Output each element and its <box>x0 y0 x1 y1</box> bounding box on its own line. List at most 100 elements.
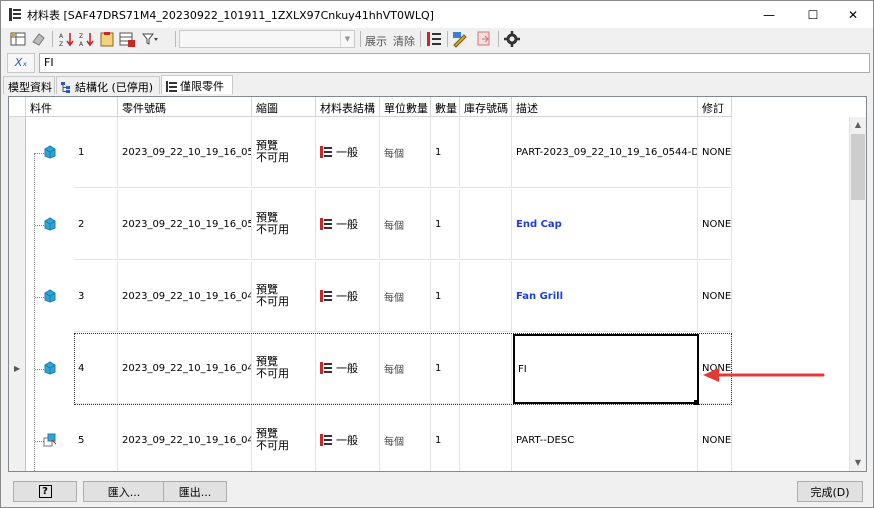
close-button[interactable]: ✕ <box>831 1 874 28</box>
toolbar-separator <box>175 31 176 47</box>
description-edit-field[interactable]: FI <box>513 334 699 404</box>
column-header[interactable]: 單位數量 <box>380 97 431 117</box>
grid-cell[interactable]: PART-2023_09_22_10_19_16_0544-DESC <box>512 117 698 188</box>
grid-cell[interactable]: 每個 <box>380 189 431 260</box>
grid-cell[interactable]: 預覽 不可用 <box>252 333 316 404</box>
grid-cell[interactable]: 一般 <box>316 405 380 471</box>
grid-cell[interactable]: 預覽 不可用 <box>252 117 316 188</box>
grid-cell[interactable]: NONE <box>698 261 732 332</box>
thumbnail-unavailable-label: 不可用 <box>256 223 289 236</box>
grid-cell[interactable]: 一般 <box>316 333 380 404</box>
grid-cell[interactable]: NONE <box>698 189 732 260</box>
eraser-icon[interactable] <box>29 30 47 48</box>
bom-grid: 料件 零件號碼 縮圖 材料表結構 單位數量 數量 庫存號碼 描述 修訂 1 202… <box>8 96 867 472</box>
grid-cell[interactable]: 2023_09_22_10_19_16_0451 <box>118 333 252 404</box>
show-button[interactable]: 展示 <box>365 33 387 49</box>
column-header[interactable]: 零件號碼 <box>118 97 252 117</box>
part-cube-icon <box>44 145 56 159</box>
column-header[interactable]: 修訂 <box>698 97 732 117</box>
minimize-button[interactable]: — <box>747 1 791 28</box>
grid-cell[interactable]: 每個 <box>380 261 431 332</box>
grid-cell[interactable]: 一般 <box>316 117 380 188</box>
table-view-icon[interactable] <box>9 30 27 48</box>
tab-label: 僅限零件 <box>180 80 224 93</box>
grid-cell[interactable] <box>460 189 512 260</box>
sort-ascending-icon[interactable]: AZ <box>58 30 76 48</box>
grid-cell[interactable]: 2023_09_22_10_19_16_0482 <box>118 261 252 332</box>
grid-cell[interactable]: 1 <box>431 333 460 404</box>
scroll-up-icon[interactable]: ▲ <box>850 117 866 133</box>
cell-text: 3 <box>78 290 85 302</box>
grid-cell[interactable]: 1 <box>431 261 460 332</box>
clipboard-icon[interactable] <box>98 30 116 48</box>
column-header[interactable]: 描述 <box>512 97 698 117</box>
formula-bar: Xₓ FI <box>5 53 870 73</box>
export-table-icon[interactable] <box>475 30 493 48</box>
tab-parts-only[interactable]: 僅限零件 <box>161 75 233 94</box>
grid-cell[interactable]: 1 <box>74 117 118 188</box>
column-header[interactable]: 料件 <box>26 97 118 117</box>
grid-cell[interactable]: NONE <box>698 405 732 471</box>
table-refresh-icon[interactable] <box>118 30 136 48</box>
title-bar: 材料表 [SAF47DRS71M4_20230922_101911_1ZXLX9… <box>1 1 873 28</box>
help-button[interactable]: ? <box>13 481 77 502</box>
grid-cell[interactable]: End Cap <box>512 189 698 260</box>
grid-cell[interactable]: 預覽 不可用 <box>252 261 316 332</box>
cell-text: PART--DESC <box>516 434 575 446</box>
grid-cell[interactable]: 預覽 不可用 <box>252 189 316 260</box>
grid-cell[interactable]: 一般 <box>316 189 380 260</box>
column-header[interactable]: 材料表結構 <box>316 97 380 117</box>
filter-dropdown-icon[interactable] <box>141 30 159 48</box>
grid-cell[interactable]: 每個 <box>380 405 431 471</box>
grid-cell[interactable]: 2023_09_22_10_19_16_0419 <box>118 405 252 471</box>
grid-cell[interactable] <box>460 261 512 332</box>
sort-descending-icon[interactable]: ZA <box>78 30 96 48</box>
export-button[interactable]: 匯出... <box>163 481 227 502</box>
structure-label: 一般 <box>336 362 358 375</box>
grid-cell[interactable]: 預覽 不可用 <box>252 405 316 471</box>
grid-cell[interactable]: PART--DESC <box>512 405 698 471</box>
grid-cell[interactable] <box>460 405 512 471</box>
grid-cell[interactable]: 1 <box>431 117 460 188</box>
vertical-scrollbar[interactable]: ▲ ▼ <box>849 117 866 471</box>
grid-cell[interactable]: 5 <box>74 405 118 471</box>
grid-cell[interactable] <box>460 333 512 404</box>
grid-cell[interactable] <box>460 117 512 188</box>
annotation-arrow-icon <box>703 368 825 382</box>
grid-cell[interactable]: 每個 <box>380 117 431 188</box>
grid-cell[interactable]: 2 <box>74 189 118 260</box>
tab-structured[interactable]: 結構化 (已停用) <box>56 76 160 94</box>
clear-button[interactable]: 清除 <box>393 33 415 49</box>
chevron-down-icon[interactable]: ▼ <box>340 31 354 47</box>
grid-cell[interactable]: Fan Grill <box>512 261 698 332</box>
gear-icon[interactable] <box>503 30 521 48</box>
grid-cell[interactable]: 1 <box>431 189 460 260</box>
cell-text: NONE <box>702 434 732 446</box>
column-header[interactable]: 縮圖 <box>252 97 316 117</box>
structure-label: 一般 <box>336 146 358 159</box>
scroll-thumb[interactable] <box>851 134 865 200</box>
edit-properties-icon[interactable] <box>451 30 469 48</box>
formula-button[interactable]: Xₓ <box>7 53 35 73</box>
row-selector-column[interactable] <box>9 117 26 471</box>
help-icon: ? <box>38 485 52 498</box>
formula-input[interactable]: FI <box>39 53 870 73</box>
grid-cell[interactable]: NONE <box>698 117 732 188</box>
import-button[interactable]: 匯入... <box>83 481 165 502</box>
done-button[interactable]: 完成(D) <box>797 481 863 502</box>
tab-model-data[interactable]: 模型資料 <box>3 76 55 94</box>
maximize-button[interactable]: ☐ <box>791 1 835 28</box>
column-header[interactable]: 庫存號碼 <box>460 97 512 117</box>
toolbar-combo[interactable]: ▼ <box>179 30 355 48</box>
grid-cell[interactable]: 4 <box>74 333 118 404</box>
column-header[interactable]: 數量 <box>431 97 460 117</box>
grid-cell[interactable]: 一般 <box>316 261 380 332</box>
grid-cell[interactable]: 2023_09_22_10_19_16_0544 <box>118 117 252 188</box>
grid-cell[interactable]: 1 <box>431 405 460 471</box>
bom-list-icon[interactable] <box>425 30 443 48</box>
grid-cell[interactable]: 每個 <box>380 333 431 404</box>
cell-text: 4 <box>78 362 85 374</box>
scroll-down-icon[interactable]: ▼ <box>850 455 866 471</box>
grid-cell[interactable]: 2023_09_22_10_19_16_0513 <box>118 189 252 260</box>
grid-cell[interactable]: 3 <box>74 261 118 332</box>
